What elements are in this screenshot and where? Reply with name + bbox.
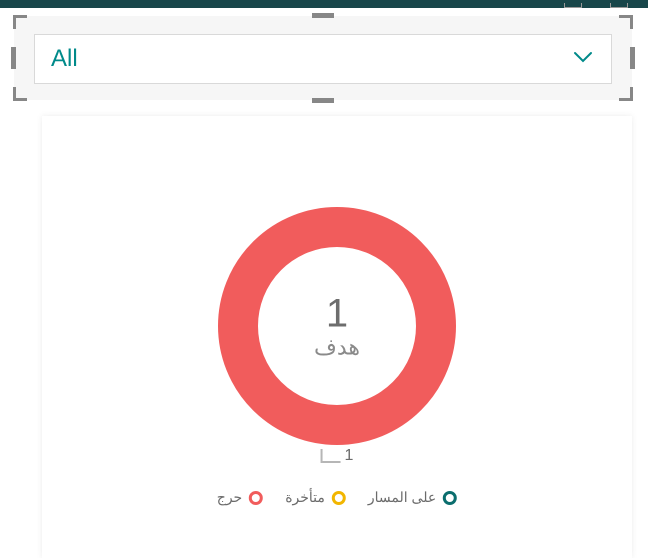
resize-handle-tl[interactable] xyxy=(13,15,27,29)
slicer-selected-value: All xyxy=(51,45,78,73)
chevron-down-icon xyxy=(571,45,595,74)
resize-handle-bottom[interactable] xyxy=(312,98,334,103)
donut-center: 1 هدف xyxy=(314,292,360,361)
legend-item-on-track[interactable]: على المسار xyxy=(368,489,457,506)
legend-swatch-late xyxy=(332,491,346,505)
legend-label-on-track: على المسار xyxy=(368,489,436,506)
resize-handle-bl[interactable] xyxy=(13,87,27,101)
header-view-icons xyxy=(564,0,628,8)
slicer-visual[interactable]: All xyxy=(14,16,632,100)
chart-legend: على المسار متأخرة حرج xyxy=(217,489,457,506)
callout-line-h xyxy=(323,461,341,463)
donut-center-label: هدف xyxy=(314,335,360,361)
callout-value: 1 xyxy=(345,449,354,463)
app-header-bar xyxy=(0,0,648,8)
donut-callout: 1 xyxy=(321,449,354,463)
donut-center-value: 1 xyxy=(314,292,360,337)
legend-swatch-critical xyxy=(249,491,263,505)
callout-line-v xyxy=(321,449,323,463)
donut-chart[interactable]: 1 هدف xyxy=(218,207,456,445)
resize-handle-left[interactable] xyxy=(11,47,16,69)
slicer-dropdown[interactable]: All xyxy=(34,34,612,84)
resize-handle-right[interactable] xyxy=(630,47,635,69)
legend-item-late[interactable]: متأخرة xyxy=(285,489,346,506)
legend-swatch-on-track xyxy=(443,491,457,505)
resize-handle-top[interactable] xyxy=(312,13,334,18)
view-icon-2[interactable] xyxy=(610,3,628,8)
legend-label-critical: حرج xyxy=(217,489,242,506)
donut-chart-card[interactable]: 1 هدف 1 على المسار متأخرة حرج xyxy=(42,116,632,558)
view-icon-1[interactable] xyxy=(564,3,582,8)
legend-label-late: متأخرة xyxy=(285,489,325,506)
resize-handle-br[interactable] xyxy=(619,87,633,101)
resize-handle-tr[interactable] xyxy=(619,15,633,29)
legend-item-critical[interactable]: حرج xyxy=(217,489,263,506)
